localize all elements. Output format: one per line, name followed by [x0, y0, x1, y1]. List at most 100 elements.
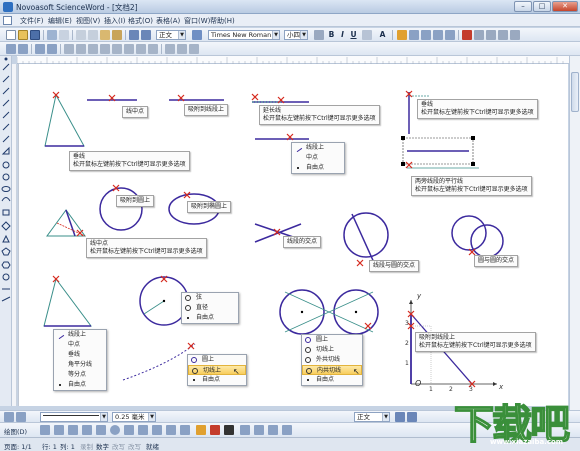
line-draw-icon[interactable]: [68, 425, 78, 435]
menu-item-on-segment[interactable]: 线段上: [54, 330, 106, 340]
bold-button[interactable]: B: [327, 30, 336, 40]
textbox-icon[interactable]: [124, 425, 134, 435]
style-select[interactable]: 正文 ▼: [156, 30, 186, 40]
triangle-menu-figure[interactable]: [43, 275, 92, 327]
circle-snap-figure[interactable]: [99, 184, 143, 231]
font-select[interactable]: Times New Roman ▼: [208, 30, 280, 40]
scrollbar-thumb[interactable]: [571, 72, 579, 112]
next-page-icon[interactable]: [407, 412, 417, 422]
menu-item-external-tangent[interactable]: 外共切线: [302, 355, 362, 365]
line-color-icon[interactable]: [210, 425, 220, 435]
preview-icon[interactable]: [59, 30, 69, 40]
segment-midpoint-figure[interactable]: [87, 94, 137, 102]
median-triangle-figure[interactable]: [46, 209, 86, 237]
font-color-draw-icon[interactable]: [224, 425, 234, 435]
rotate-tool-icon[interactable]: [54, 425, 64, 435]
arrow-icon[interactable]: [112, 44, 122, 54]
menu-item-free-point[interactable]: 自由点: [54, 380, 106, 390]
grow-font-icon[interactable]: [314, 30, 324, 40]
bracket-icon[interactable]: [100, 44, 110, 54]
menu-item-angle-bisector[interactable]: 角平分线: [54, 360, 106, 370]
menu-item-division-point[interactable]: 等分点: [54, 370, 106, 380]
extend-line-figure[interactable]: [251, 93, 309, 104]
arrow-style-icon[interactable]: [268, 425, 278, 435]
size-select[interactable]: 小四 ▼: [284, 30, 308, 40]
menu-item-midpoint[interactable]: 中点: [292, 153, 344, 163]
menu-item-on-circle[interactable]: 圆上: [188, 355, 246, 365]
menu-edit[interactable]: 编辑(E): [48, 16, 72, 26]
numbered-list-icon[interactable]: [18, 44, 28, 54]
snap-segment-figure[interactable]: [169, 94, 224, 102]
fill-color-icon[interactable]: [196, 425, 206, 435]
prev-page-icon[interactable]: [395, 412, 405, 422]
integral-icon[interactable]: [76, 44, 86, 54]
menu-item-on-tangent[interactable]: 切线上 ↖: [188, 365, 246, 376]
new-icon[interactable]: [6, 30, 16, 40]
curve-icon[interactable]: [138, 425, 148, 435]
align-right-icon[interactable]: [433, 30, 443, 40]
document-page[interactable]: y x O 1 2 3 1 2 3 线中点 吸附到线段上 延长线 松开鼠标左键前…: [18, 64, 568, 406]
parallel-figure[interactable]: [401, 136, 479, 169]
axis-icon[interactable]: [180, 425, 190, 435]
menu-item-perpendicular[interactable]: 垂线: [54, 350, 106, 360]
arrow-draw-icon[interactable]: [82, 425, 92, 435]
menu-item-diameter[interactable]: 直径: [182, 303, 238, 313]
vertical-scrollbar[interactable]: [569, 56, 580, 410]
vertical-ruler[interactable]: [12, 64, 17, 406]
tangent-menu-figure[interactable]: [122, 342, 196, 381]
align-center-icon[interactable]: [421, 30, 431, 40]
menu-file[interactable]: 文件(F): [20, 16, 44, 26]
table-icon[interactable]: [192, 30, 202, 40]
underline-button[interactable]: U: [349, 30, 358, 40]
menu-view[interactable]: 视图(V): [76, 16, 100, 26]
sub-icon[interactable]: [498, 30, 508, 40]
italic-button[interactable]: I: [338, 30, 347, 40]
bottom-style-select[interactable]: 正文 ▼: [354, 412, 390, 422]
maximize-button[interactable]: □: [533, 1, 551, 12]
line-width-select[interactable]: 0.25 毫米 ▼: [112, 412, 156, 422]
menu-item-internal-tangent[interactable]: 内共切线 ↖: [302, 365, 362, 376]
geometry-tool-icons[interactable]: [0, 56, 12, 406]
symbol-icon[interactable]: [189, 44, 199, 54]
line-style-select[interactable]: ▼: [40, 412, 108, 422]
menu-window[interactable]: 窗口(W): [184, 16, 210, 26]
matrix-icon[interactable]: [474, 30, 484, 40]
cut-icon[interactable]: [76, 30, 86, 40]
formula-icon[interactable]: [462, 30, 472, 40]
menu-format[interactable]: 格式(O): [128, 16, 153, 26]
sup-icon[interactable]: [510, 30, 520, 40]
menu-help[interactable]: 帮助(H): [210, 16, 235, 26]
sum-icon[interactable]: [88, 44, 98, 54]
strikethrough-icon[interactable]: [362, 30, 372, 40]
copy-icon[interactable]: [88, 30, 98, 40]
paste-icon[interactable]: [100, 30, 110, 40]
menu-item-free-point[interactable]: 自由点: [292, 163, 344, 173]
format-painter-icon[interactable]: [112, 30, 122, 40]
redo-icon[interactable]: [141, 30, 151, 40]
save-icon[interactable]: [30, 30, 40, 40]
select-tool-icon[interactable]: [40, 425, 50, 435]
menu-item-on-tangent[interactable]: 切线上: [302, 345, 362, 355]
dash-style-icon[interactable]: [254, 425, 264, 435]
line-tool-icon[interactable]: [4, 412, 14, 422]
menu-item-midpoint[interactable]: 中点: [54, 340, 106, 350]
two-circle-tangent-figure[interactable]: [279, 289, 379, 335]
menu-item-chord[interactable]: 弦: [182, 293, 238, 303]
ellipse-draw-icon[interactable]: [110, 425, 120, 435]
horizontal-ruler[interactable]: [17, 56, 569, 64]
open-icon[interactable]: [18, 30, 28, 40]
polygon-icon[interactable]: [152, 425, 162, 435]
menu-item-free-point[interactable]: 自由点: [188, 375, 246, 385]
list-icon[interactable]: [6, 44, 16, 54]
greek-icon[interactable]: [124, 44, 134, 54]
print-icon[interactable]: [47, 30, 57, 40]
draw-menu-button[interactable]: 绘图(D): [4, 426, 27, 436]
highlight-icon[interactable]: [397, 30, 407, 40]
unit-icon[interactable]: [177, 44, 187, 54]
indent-icon[interactable]: [35, 44, 45, 54]
menu-insert[interactable]: 插入(I): [104, 16, 126, 26]
menu-item-free-point[interactable]: 自由点: [302, 375, 362, 385]
align-left-icon[interactable]: [409, 30, 419, 40]
rectangle-draw-icon[interactable]: [96, 425, 106, 435]
angle-icon[interactable]: [166, 425, 176, 435]
